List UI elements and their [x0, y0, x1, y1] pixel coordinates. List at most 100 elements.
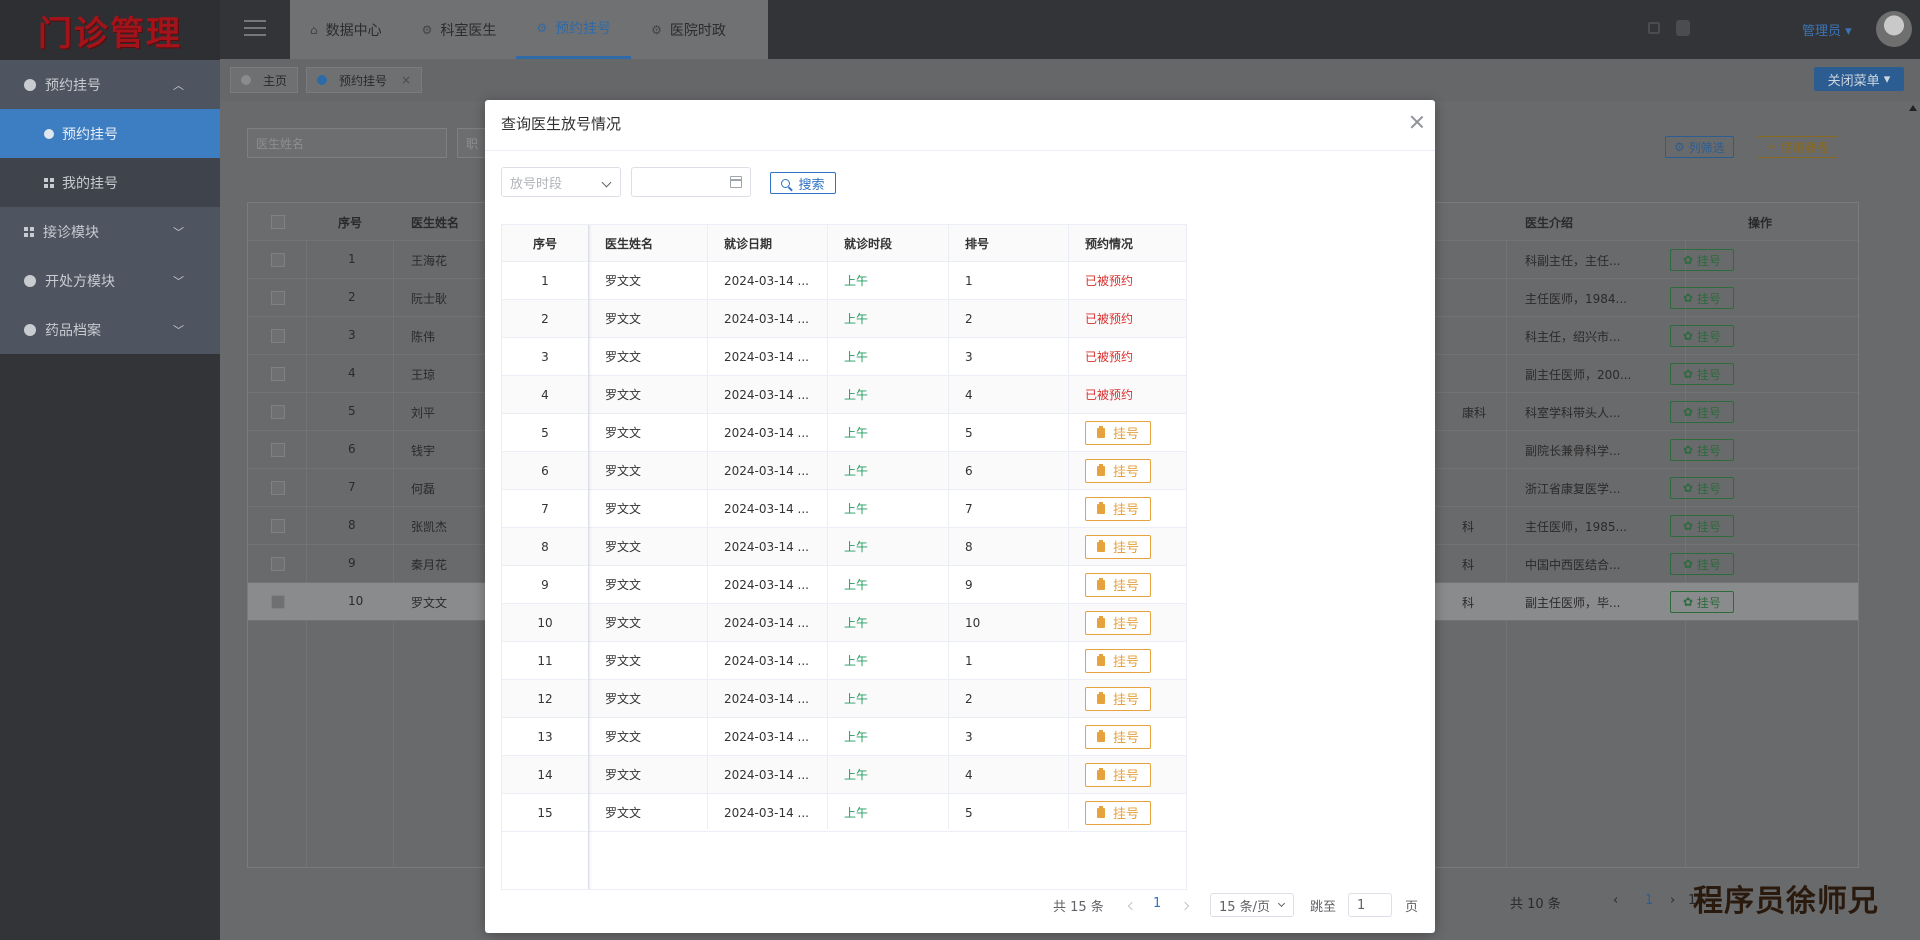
book-button[interactable]: ✿ 挂号 [1670, 249, 1734, 271]
doctor-name-search[interactable]: 医生姓名 [247, 128, 447, 158]
close-menu-button[interactable]: 关闭菜单 ▾ [1814, 67, 1904, 91]
book-button[interactable]: ✿ 挂号 [1670, 439, 1734, 461]
select-all-checkbox[interactable] [271, 215, 285, 229]
avatar[interactable] [1876, 11, 1912, 47]
table-row: 2 罗文文 2024-03-14 ... 上午 2 已被预约 [502, 300, 1186, 338]
close-icon[interactable]: × [401, 73, 411, 87]
sidebar-item-reception[interactable]: 接诊模块 ﹀ [0, 207, 220, 256]
row-checkbox[interactable] [271, 443, 285, 457]
cell-period: 上午 [844, 692, 869, 706]
gear-icon: ⚙ [421, 22, 433, 37]
fullscreen-icon[interactable] [1648, 22, 1660, 34]
chevron-down-icon: ﹀ [173, 226, 184, 239]
cell-name: 罗文文 [605, 654, 642, 668]
cell-name: 罗文文 [605, 692, 642, 706]
sidebar: 门诊管理 预约挂号 ︿ 预约挂号 我的挂号 接诊模块 ﹀ 开处方模块 ﹀ 药品档案 ﹀ [0, 0, 220, 940]
book-button[interactable]: 挂号 [1085, 572, 1151, 597]
cell-seq: 11 [537, 653, 553, 668]
pager-total: 共 10 条 [1510, 897, 1561, 912]
book-button[interactable]: ✿ 挂号 [1670, 287, 1734, 309]
row-checkbox[interactable] [271, 405, 285, 419]
cell-period: 上午 [844, 426, 869, 440]
row-checkbox[interactable] [271, 367, 285, 381]
cell-number: 1 [965, 273, 973, 288]
pager-current[interactable]: 1 [1645, 893, 1653, 908]
cell-name: 罗文文 [605, 578, 642, 592]
page-size-select[interactable]: 15 条/页 [1210, 893, 1294, 917]
tab-departments[interactable]: ⚙ 科室医生 [402, 0, 517, 59]
table-row: 6 罗文文 2024-03-14 ... 上午 6 挂号 [502, 452, 1186, 490]
book-button[interactable]: 挂号 [1085, 648, 1151, 673]
status-booked: 已被预约 [1085, 388, 1134, 402]
book-button[interactable]: 挂号 [1085, 458, 1151, 483]
calendar-icon [730, 176, 742, 188]
tab-appointment[interactable]: ⚙ 预约挂号 [516, 0, 632, 59]
book-button[interactable]: ✿ 挂号 [1670, 363, 1734, 385]
book-button[interactable]: 挂号 [1085, 800, 1151, 825]
cell-seq: 5 [541, 425, 549, 440]
book-button[interactable]: ✿ 挂号 [1670, 325, 1734, 347]
book-button[interactable]: ✿ 挂号 [1670, 553, 1734, 575]
col-date: 就诊日期 [724, 237, 773, 251]
close-icon[interactable] [1407, 112, 1427, 132]
cell-date: 2024-03-14 ... [724, 577, 809, 592]
page-scrollbar[interactable] [1906, 101, 1920, 940]
book-button[interactable]: ✿ 挂号 [1670, 591, 1734, 613]
clipboard-icon [1096, 463, 1105, 476]
period-select[interactable]: 放号时段 [501, 167, 621, 197]
clipboard-icon [1096, 729, 1105, 742]
jump-input[interactable]: 1 [1348, 893, 1392, 917]
tutorial-button[interactable]: ☼ 使用教程 [1757, 136, 1838, 158]
sidebar-item-drugs[interactable]: 药品档案 ﹀ [0, 305, 220, 354]
book-button[interactable]: 挂号 [1085, 534, 1151, 559]
pager-current[interactable]: 1 [1153, 896, 1161, 911]
cell-number: 3 [965, 729, 973, 744]
book-button[interactable]: 挂号 [1085, 610, 1151, 635]
cell-number: 8 [965, 539, 973, 554]
title-search[interactable]: 职 [457, 128, 487, 158]
cell-period: 上午 [844, 388, 869, 402]
book-button[interactable]: 挂号 [1085, 686, 1151, 711]
tab-data-center[interactable]: ⌂ 数据中心 [290, 0, 402, 59]
table-row: 3 罗文文 2024-03-14 ... 上午 3 已被预约 [502, 338, 1186, 376]
lock-icon[interactable] [1676, 20, 1690, 36]
pager-next[interactable]: › [1670, 893, 1675, 908]
clipboard-icon [1096, 691, 1105, 704]
search-button[interactable]: 搜索 [770, 172, 836, 194]
menu-toggle-icon[interactable] [244, 20, 266, 36]
row-checkbox[interactable] [271, 557, 285, 571]
pager-prev[interactable] [1127, 901, 1137, 911]
book-button[interactable]: 挂号 [1085, 496, 1151, 521]
admin-dropdown[interactable]: 管理员 ▾ [1802, 20, 1852, 39]
cell-date: 2024-03-14 ... [724, 387, 809, 402]
clipboard-icon [1096, 615, 1105, 628]
column-filter-button[interactable]: ⚙ 列筛选 [1665, 136, 1734, 158]
pager-prev[interactable]: ‹ [1613, 893, 1618, 908]
app-logo: 门诊管理 [0, 0, 220, 60]
book-button[interactable]: 挂号 [1085, 762, 1151, 787]
sidebar-item-prescription[interactable]: 开处方模块 ﹀ [0, 256, 220, 305]
tab-hospital-news[interactable]: ⚙ 医院时政 [631, 0, 746, 59]
book-button[interactable]: ✿ 挂号 [1670, 401, 1734, 423]
date-picker[interactable] [631, 167, 751, 197]
sidebar-item-appointment[interactable]: 预约挂号 ︿ [0, 60, 220, 109]
row-checkbox[interactable] [271, 329, 285, 343]
cell-seq: 13 [537, 729, 553, 744]
tab-current[interactable]: 预约挂号 × [306, 67, 423, 93]
book-button[interactable]: ✿ 挂号 [1670, 515, 1734, 537]
pager-next[interactable] [1180, 901, 1190, 911]
row-checkbox[interactable] [271, 253, 285, 267]
col-number: 排号 [965, 237, 990, 251]
book-button[interactable]: 挂号 [1085, 420, 1151, 445]
row-checkbox[interactable] [271, 291, 285, 305]
sidebar-subitem-my-appointments[interactable]: 我的挂号 [0, 158, 220, 207]
cell-name: 罗文文 [605, 350, 642, 364]
row-checkbox[interactable] [271, 595, 285, 609]
tab-home[interactable]: 主页 [230, 67, 299, 93]
sidebar-subitem-appointment[interactable]: 预约挂号 [0, 109, 220, 158]
book-button[interactable]: 挂号 [1085, 724, 1151, 749]
row-checkbox[interactable] [271, 519, 285, 533]
col-period: 就诊时段 [844, 237, 893, 251]
book-button[interactable]: ✿ 挂号 [1670, 477, 1734, 499]
row-checkbox[interactable] [271, 481, 285, 495]
